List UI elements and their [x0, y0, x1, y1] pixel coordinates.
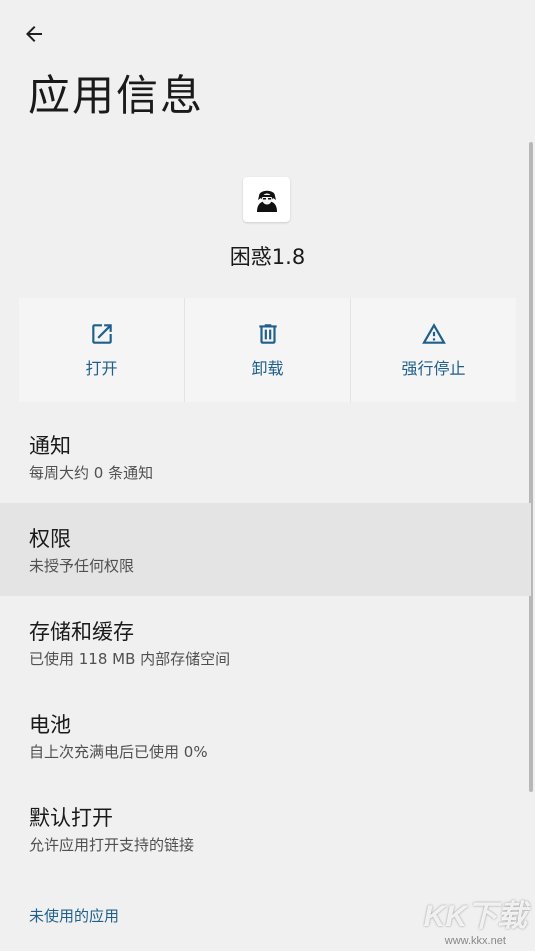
unused-apps-link[interactable]: 未使用的应用 [29, 905, 119, 926]
back-button[interactable] [14, 14, 54, 54]
storage-cache-item[interactable]: 存储和缓存 已使用 118 MB 内部存储空间 [0, 596, 531, 689]
list-item-subtitle: 未授予任何权限 [29, 557, 135, 575]
list-item-subtitle: 已使用 118 MB 内部存储空间 [29, 650, 231, 668]
list-item-subtitle: 自上次充满电后已使用 0% [29, 743, 208, 761]
list-item-subtitle: 允许应用打开支持的链接 [29, 836, 195, 854]
battery-item[interactable]: 电池 自上次充满电后已使用 0% [0, 689, 531, 782]
open-external-icon [91, 324, 112, 344]
watermark-brand: KK下载 [423, 900, 527, 933]
list-item-title: 存储和缓存 [29, 620, 134, 644]
open-label: 打开 [85, 359, 118, 378]
action-bar: 打开 卸载 强行停止 [19, 298, 516, 402]
force-stop-label: 强行停止 [401, 359, 466, 378]
uninstall-label: 卸载 [251, 359, 284, 378]
trash-icon [258, 324, 277, 344]
open-by-default-item[interactable]: 默认打开 允许应用打开支持的链接 [0, 782, 531, 875]
list-item-title: 电池 [29, 713, 71, 737]
uninstall-button[interactable]: 卸载 [185, 298, 351, 402]
app-icon [243, 177, 290, 222]
app-name: 困惑1.8 [229, 245, 306, 269]
warning-icon [421, 323, 446, 344]
notifications-item[interactable]: 通知 每周大约 0 条通知 [0, 410, 531, 503]
list-item-title: 权限 [29, 527, 71, 551]
list-item-title: 通知 [29, 434, 71, 458]
list-item-subtitle: 每周大约 0 条通知 [29, 464, 154, 482]
settings-list: 通知 每周大约 0 条通知 权限 未授予任何权限 存储和缓存 已使用 118 M… [0, 410, 531, 875]
force-stop-button[interactable]: 强行停止 [351, 298, 516, 402]
watermark: KK下载 www.kkx.net [424, 891, 527, 947]
permissions-item[interactable]: 权限 未授予任何权限 [0, 503, 531, 596]
watermark-url: www.kkx.net [444, 935, 506, 947]
page-title: 应用信息 [28, 71, 205, 120]
open-button[interactable]: 打开 [19, 298, 185, 402]
list-item-title: 默认打开 [29, 806, 113, 830]
arrow-left-icon [26, 26, 42, 42]
app-avatar-icon [252, 185, 281, 214]
app-info-screen: 应用信息 困惑1.8 打开 卸载 强行停止 通知 每周大约 0 条通知 权限 未… [0, 0, 535, 951]
